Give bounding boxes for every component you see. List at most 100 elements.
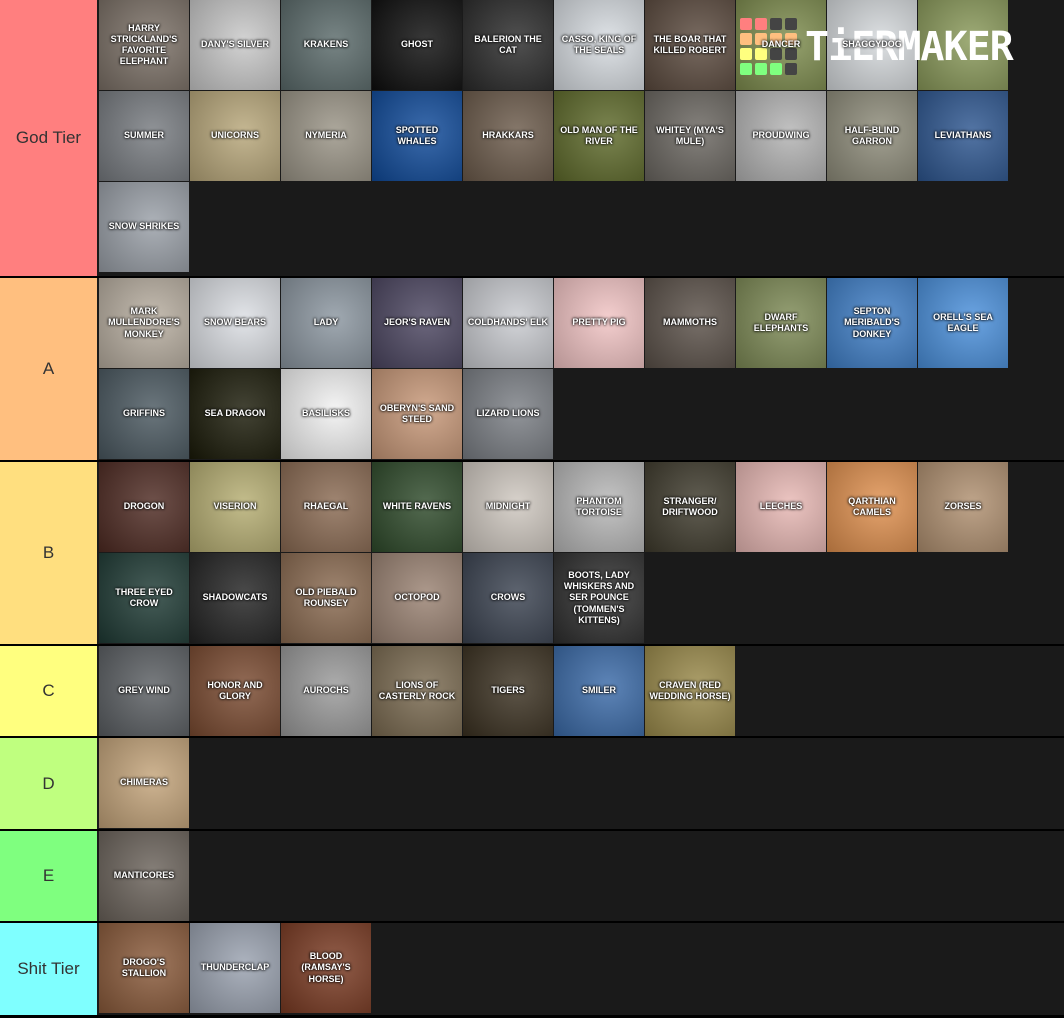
tier-item-label: DANY'S SILVER [201,39,269,50]
tier-item[interactable]: UNICORNS [190,91,280,181]
tier-item-label: SUMMER [124,130,164,141]
tier-item[interactable]: SEPTON MERIBALD'S DONKEY [827,278,917,368]
tier-item[interactable]: LIZARD LIONS [463,369,553,459]
tier-label[interactable]: E [0,831,97,921]
tier-item-label: CASSO, KING OF THE SEALS [561,33,637,55]
tier-item[interactable]: THE BOAR THAT KILLED ROBERT [645,0,735,90]
tier-item[interactable]: SMILER [554,646,644,736]
tier-item[interactable] [918,0,1008,90]
tier-item[interactable]: HONOR AND GLORY [190,646,280,736]
tier-item-label: HONOR AND GLORY [207,679,263,701]
tier-dropzone[interactable]: MANTICORES [99,831,1064,921]
tier-item[interactable]: BALERION THE CAT [463,0,553,90]
tier-item[interactable]: AUROCHS [281,646,371,736]
tier-item-label: PHANTOM TORTOISE [576,495,622,517]
tier-item[interactable]: SHAGGYDOG [827,0,917,90]
tier-item[interactable]: MAMMOTHS [645,278,735,368]
tier-dropzone[interactable]: DROGO'S STALLION THUNDERCLAP BLOOD (RAMSAY… [99,923,1064,1015]
tier-item-label: SNOW SHRIKES [108,221,180,232]
tier-item[interactable]: OLD MAN OF THE RIVER [554,91,644,181]
tier-row: C GREY WIND HONOR AND GLORY AUROCHS LIONS OF… [0,646,1064,736]
tier-item[interactable]: CHIMERAS [99,738,189,828]
tier-item[interactable]: HRAKKARS [463,91,553,181]
tier-label[interactable]: C [0,646,97,736]
tier-item-label: MIDNIGHT [485,501,531,512]
tier-item[interactable]: HALF-BLIND GARRON [827,91,917,181]
tier-item[interactable]: SNOW BEARS [190,278,280,368]
tier-item[interactable]: ORELL'S SEA EAGLE [918,278,1008,368]
tier-item[interactable]: LEVIATHANS [918,91,1008,181]
tier-item[interactable]: DROGO'S STALLION [99,923,189,1013]
tier-dropzone[interactable]: CHIMERAS [99,738,1064,829]
tier-item[interactable]: PHANTOM TORTOISE [554,462,644,552]
tier-item[interactable]: PRETTY PIG [554,278,644,368]
tier-item[interactable]: BOOTS, LADY WHISKERS AND SER POUNCE (TOM… [554,553,644,643]
tier-item[interactable]: TIGERS [463,646,553,736]
tier-item[interactable]: CASSO, KING OF THE SEALS [554,0,644,90]
tier-label[interactable]: God Tier [0,0,97,276]
tier-item-label: OLD MAN OF THE RIVER [560,124,638,146]
tier-dropzone[interactable]: GREY WIND HONOR AND GLORY AUROCHS LIONS OF … [99,646,1064,736]
tier-item[interactable]: BASILISKS [281,369,371,459]
tier-label[interactable]: B [0,462,97,644]
tier-item-label: DANCER [761,39,801,50]
tier-item[interactable]: DANY'S SILVER [190,0,280,90]
tier-item-label: WHITEY (MYA'S MULE) [656,124,724,146]
tier-item[interactable]: HARRY STRICKLAND'S FAVORITE ELEPHANT [99,0,189,90]
tier-item[interactable]: QARTHIAN CAMELS [827,462,917,552]
tier-item[interactable]: RHAEGAL [281,462,371,552]
tier-item-label: CRAVEN (RED WEDDING HORSE) [649,679,731,701]
tier-dropzone[interactable]: DROGON VISERION RHAEGAL WHITE RAVENS MIDNIGH… [99,462,1064,644]
tier-item[interactable]: SNOW SHRIKES [99,182,189,272]
tier-dropzone[interactable]: HARRY STRICKLAND'S FAVORITE ELEPHANT DANY… [99,0,1064,276]
tier-item[interactable]: OCTOPOD [372,553,462,643]
tier-item[interactable]: SHADOWCATS [190,553,280,643]
tier-item[interactable]: MIDNIGHT [463,462,553,552]
tier-item[interactable]: OLD PIEBALD ROUNSEY [281,553,371,643]
tier-row: A MARK MULLENDORE'S MONKEY SNOW BEARS LADY J… [0,278,1064,460]
tier-item[interactable]: ZORSES [918,462,1008,552]
tier-label[interactable]: Shit Tier [0,923,97,1015]
tier-item[interactable]: KRAKENS [281,0,371,90]
tier-label[interactable]: D [0,738,97,829]
tier-item[interactable]: DROGON [99,462,189,552]
tier-item[interactable]: OBERYN'S SAND STEED [372,369,462,459]
tier-item-label: GREY WIND [118,685,170,696]
tier-item-label: NYMERIA [305,130,347,141]
tier-dropzone[interactable]: MARK MULLENDORE'S MONKEY SNOW BEARS LADY JE… [99,278,1064,460]
tier-item[interactable]: SPOTTED WHALES [372,91,462,181]
tier-item[interactable]: DANCER [736,0,826,90]
tier-item[interactable]: WHITEY (MYA'S MULE) [645,91,735,181]
tier-item[interactable]: LADY [281,278,371,368]
tier-item[interactable]: LEECHES [736,462,826,552]
tier-item[interactable]: CRAVEN (RED WEDDING HORSE) [645,646,735,736]
tier-item[interactable]: SEA DRAGON [190,369,280,459]
tier-item[interactable]: JEOR'S RAVEN [372,278,462,368]
tier-item[interactable]: VISERION [190,462,280,552]
tier-item[interactable]: PROUDWING [736,91,826,181]
tier-item-label: OBERYN'S SAND STEED [379,402,455,424]
tier-item[interactable]: DWARF ELEPHANTS [736,278,826,368]
tier-item-label: MAMMOTHS [663,317,717,328]
tier-item[interactable]: STRANGER/ DRIFTWOOD [645,462,735,552]
tier-item[interactable]: GHOST [372,0,462,90]
tier-item[interactable]: GRIFFINS [99,369,189,459]
tier-item-label: SEA DRAGON [204,408,266,419]
tier-item[interactable]: THREE EYED CROW [99,553,189,643]
tier-item[interactable]: COLDHANDS' ELK [463,278,553,368]
tier-item[interactable]: MARK MULLENDORE'S MONKEY [99,278,189,368]
tier-item[interactable]: THUNDERCLAP [190,923,280,1013]
tier-item-label: AUROCHS [303,685,349,696]
tier-item[interactable]: CROWS [463,553,553,643]
tier-item[interactable]: MANTICORES [99,831,189,921]
tier-row: D CHIMERAS [0,738,1064,829]
tier-item[interactable]: GREY WIND [99,646,189,736]
tier-item-label: LEVIATHANS [934,130,992,141]
tier-item[interactable]: BLOOD (RAMSAY'S HORSE) [281,923,371,1013]
tier-label[interactable]: A [0,278,97,460]
tier-item[interactable]: LIONS OF CASTERLY ROCK [372,646,462,736]
tier-item[interactable]: WHITE RAVENS [372,462,462,552]
tier-item-label: SMILER [581,685,616,696]
tier-item[interactable]: NYMERIA [281,91,371,181]
tier-item[interactable]: SUMMER [99,91,189,181]
